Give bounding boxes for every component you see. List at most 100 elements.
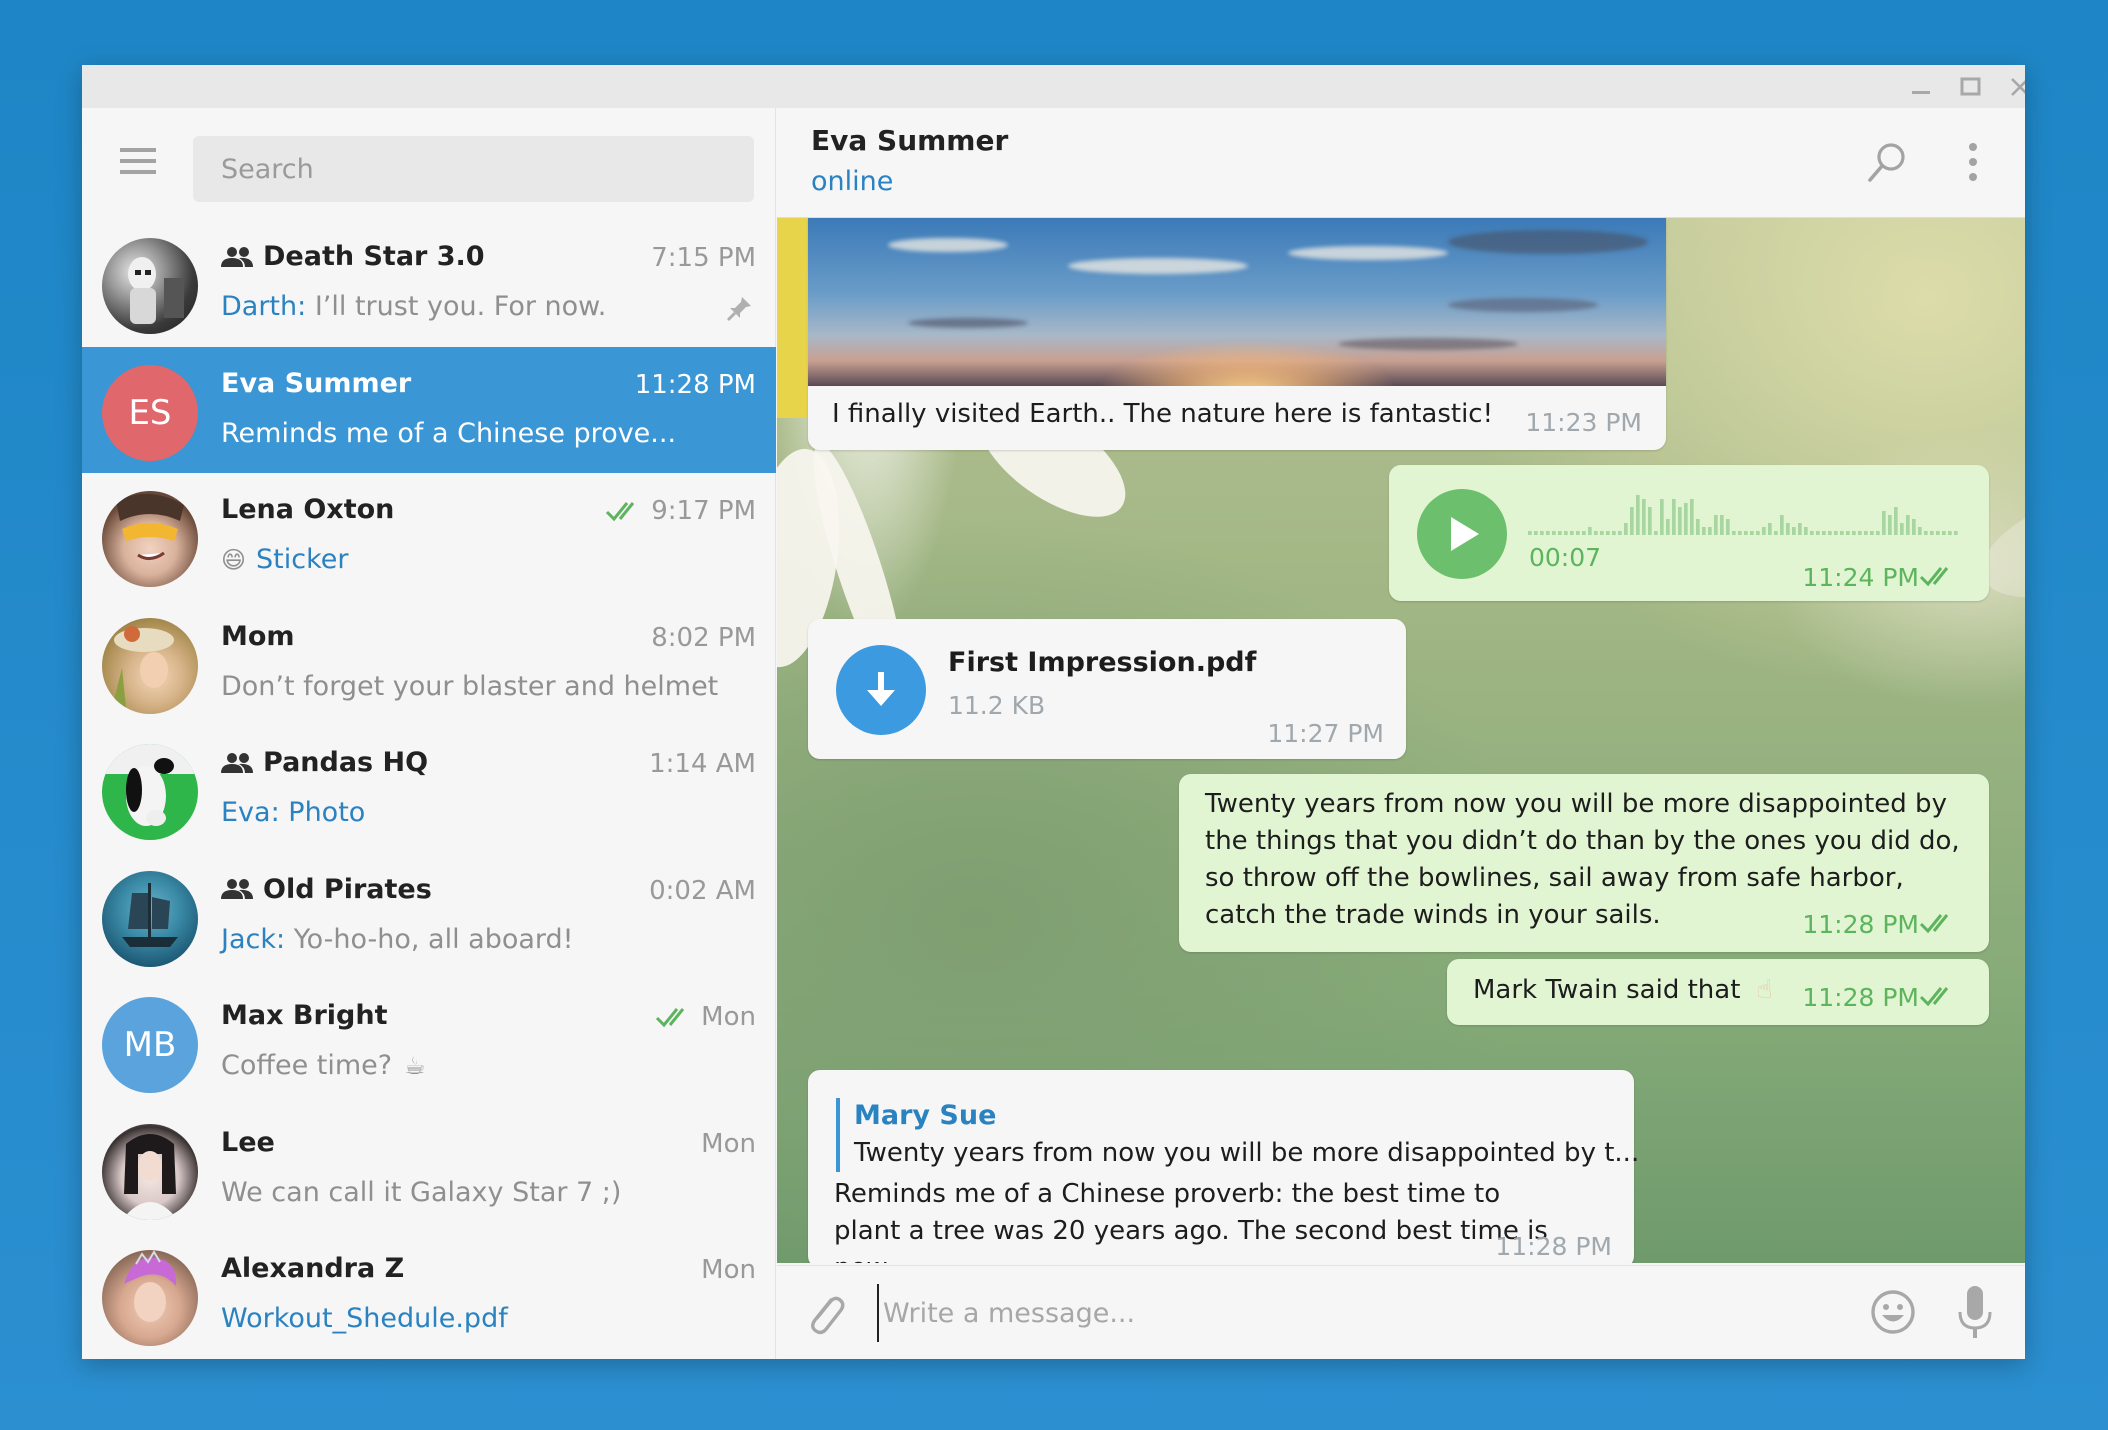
chat-item-eva-summer[interactable]: ES Eva Summer 11:28 PM Reminds me of a C… [82,346,776,473]
photo-message[interactable]: I finally visited Earth.. The nature her… [808,218,1666,450]
double-check-icon [656,1008,685,1028]
reply-author: Mary Sue [854,1100,997,1131]
cloud [888,238,1008,252]
close-button[interactable] [1997,65,2025,108]
pink-hair-avatar-icon [124,1250,177,1322]
message-time: 11:28 PM [1802,910,1919,939]
waveform-bar [1684,503,1688,535]
waveform-bar [1864,531,1868,535]
chat-preview: Sticker [256,544,349,575]
voice-duration: 00:07 [1529,543,1602,572]
waveform-bar [1534,531,1538,535]
waveform-bar [1702,527,1706,535]
message-time: 11:28 PM [1802,983,1919,1012]
chat-name: Pandas HQ [263,747,429,778]
emoji-icon[interactable] [1869,1288,1917,1336]
double-check-icon [1919,987,1949,1007]
panda-avatar-icon [102,744,198,826]
search-input[interactable] [193,136,754,202]
reply-preview[interactable]: Mary Sue Twenty years from now you will … [836,1098,1639,1172]
minimize-button[interactable] [1898,65,1944,108]
reply-message[interactable]: Mary Sue Twenty years from now you will … [808,1070,1639,1263]
maximize-icon [1960,77,1981,95]
sunset-photo[interactable] [808,218,1666,386]
hamburger-icon [120,159,156,163]
waveform-bar [1648,507,1652,535]
waveform-bar [1678,507,1682,535]
waveform-bar [1786,523,1790,535]
waveform-bar [1816,531,1820,535]
cloud [1288,246,1448,260]
waveform-bar [1654,531,1658,535]
waveform-bar [1660,499,1664,535]
message-input[interactable] [877,1284,1877,1342]
waveform-bar [1918,527,1922,535]
waveform-bar [1792,527,1796,535]
waveform-bar [1612,531,1616,535]
chat-time: 0:02 AM [649,875,756,906]
chat-item-old-pirates[interactable]: Old Pirates 0:02 AM Jack: Yo-ho-ho, all … [82,853,776,980]
chat-item-lee[interactable]: Lee Mon We can call it Galaxy Star 7 ;) [82,1106,776,1233]
waveform-bar [1528,531,1532,535]
waveform-bar [1570,531,1574,535]
hamburger-icon [120,148,156,152]
waveform-bar [1780,515,1784,535]
waveform-bar [1588,527,1592,535]
chat-panel: Eva Summer online I finally visited Eart… [777,108,2025,1359]
waveform-bar [1582,531,1586,535]
waveform-bar [1720,515,1724,535]
avatar [102,238,198,334]
text-message[interactable]: Mark Twain said that ☝ 11:28 PM [1447,959,1989,1025]
chat-item-mom[interactable]: Mom 8:02 PM Don’t forget your blaster an… [82,600,776,727]
file-message: First Impression.pdf 11.2 KB 11:27 PM [808,619,1406,759]
chat-time: 1:14 AM [649,749,756,779]
waveform-bar [1726,519,1730,535]
sidebar: Death Star 3.0 7:15 PM Darth: I’ll trust… [82,108,776,1359]
paperclip-icon[interactable] [801,1290,847,1336]
waveform-bar [1840,531,1844,535]
search-icon[interactable] [1867,141,1907,183]
chat-time: 11:28 PM [634,369,756,400]
chat-title[interactable]: Eva Summer [811,124,1008,157]
waveform-bar [1894,507,1898,535]
waveform-bar [1750,531,1754,535]
chat-item-death-star[interactable]: Death Star 3.0 7:15 PM Darth: I’ll trust… [82,220,776,347]
chat-list: Death Star 3.0 7:15 PM Darth: I’ll trust… [82,220,776,1359]
ship-avatar-icon [122,882,178,947]
waveform-bar [1606,531,1610,535]
waveform-bar [1900,523,1904,535]
chat-name: Mom [221,620,295,652]
message-time: 11:27 PM [1267,719,1384,748]
painting-avatar-icon [112,625,174,708]
chat-name: Max Bright [221,1000,388,1031]
menu-button[interactable] [118,146,158,176]
waveform-bar [1696,519,1700,535]
file-name[interactable]: First Impression.pdf [948,647,1256,678]
sidebar-header [82,108,775,220]
text-message[interactable]: Twenty years from now you will be more d… [1179,774,1989,952]
message-area: I finally visited Earth.. The nature her… [777,218,2025,1263]
waveform[interactable] [1528,493,1960,537]
download-arrow-icon [867,672,895,706]
chat-time: 7:15 PM [651,243,756,273]
download-button[interactable] [836,645,926,735]
waveform-bar [1732,531,1736,535]
more-vertical-icon[interactable] [1963,141,1983,183]
avatar [102,1250,198,1346]
avatar: ES [102,364,198,461]
chat-item-pandas-hq[interactable]: Pandas HQ 1:14 AM Eva: Photo [82,726,776,853]
waveform-bar [1738,531,1742,535]
chat-item-lena-oxton[interactable]: Lena Oxton 9:17 PM 😄 Sticker [82,473,776,600]
chat-item-max-bright[interactable]: MB Max Bright Mon Coffee time? ☕ [82,979,776,1106]
photo-caption: I finally visited Earth.. The nature her… [832,399,1494,429]
waveform-bar [1576,531,1580,535]
chat-time: Mon [701,1128,756,1159]
play-button[interactable] [1417,489,1507,579]
waveform-bar [1804,527,1808,535]
waveform-bar [1558,531,1562,535]
waveform-bar [1762,527,1766,535]
maximize-button[interactable] [1948,65,1994,108]
chat-item-alexandra-z[interactable]: Alexandra Z Mon Workout_Shedule.pdf [82,1232,776,1359]
waveform-bar [1906,515,1910,535]
microphone-icon[interactable] [1955,1284,1995,1340]
